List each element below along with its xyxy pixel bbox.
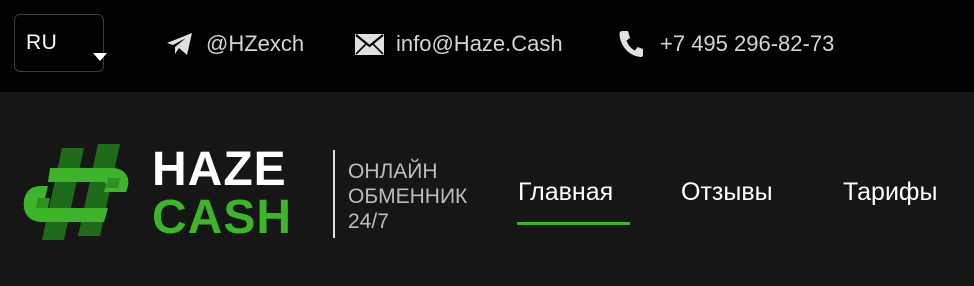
phone-icon xyxy=(619,31,643,57)
chevron-down-icon xyxy=(93,53,107,61)
telegram-link[interactable]: @HZexch xyxy=(166,28,304,60)
logo-divider xyxy=(333,150,335,238)
brand-name-line1: HAZE xyxy=(152,143,287,196)
main-header: HAZE CASH ОНЛАЙН ОБМЕННИК 24/7 Главная О… xyxy=(0,92,974,286)
tagline-line1: ОНЛАЙН xyxy=(348,160,438,183)
brand-name-line2: CASH xyxy=(152,191,293,244)
email-link[interactable]: info@Haze.Cash xyxy=(355,28,563,60)
tagline-line3: 24/7 xyxy=(348,210,389,233)
mail-icon xyxy=(355,33,384,55)
nav-item-home[interactable]: Главная xyxy=(518,178,613,207)
nav-item-tariffs[interactable]: Тарифы xyxy=(843,178,937,207)
email-address: info@Haze.Cash xyxy=(396,31,563,56)
telegram-icon xyxy=(167,33,192,55)
nav-active-indicator xyxy=(517,222,630,225)
top-bar: RU @HZexch info@Haze.Cash +7 495 296-82-… xyxy=(0,0,974,92)
hashtag-logo-icon xyxy=(23,144,129,240)
nav-item-reviews[interactable]: Отзывы xyxy=(681,178,773,207)
phone-link[interactable]: +7 495 296-82-73 xyxy=(618,28,834,60)
phone-number: +7 495 296-82-73 xyxy=(660,31,835,56)
language-code: RU xyxy=(26,31,58,54)
language-selector[interactable]: RU xyxy=(14,14,107,72)
tagline-line2: ОБМЕННИК xyxy=(348,185,468,208)
telegram-handle: @HZexch xyxy=(206,31,305,56)
